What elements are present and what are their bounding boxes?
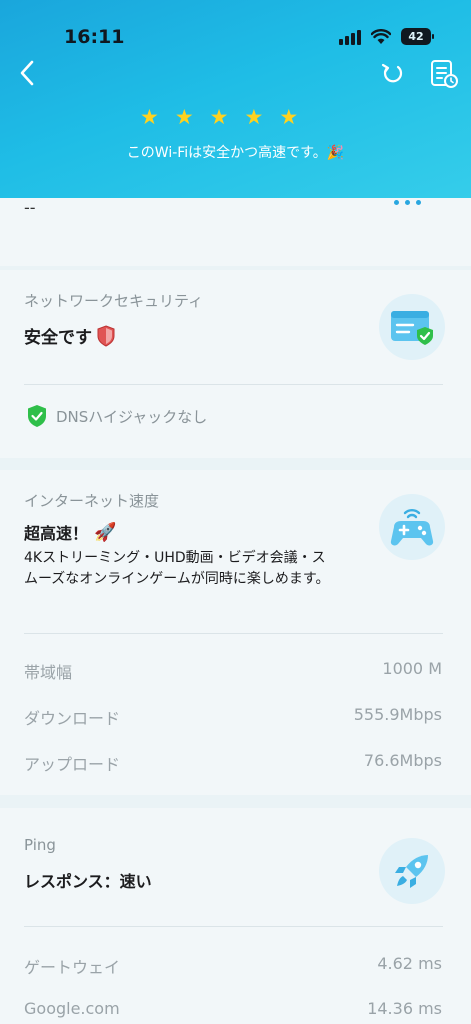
rating-stars: ★ ★ ★ ★ ★: [140, 105, 298, 129]
star-icon: ★: [174, 105, 194, 129]
gaming-icon-badge: [379, 494, 445, 560]
header: 16:11 42 ★ ★ ★ ★ ★ このWi-Fiは安全かつ高速です。🎉: [0, 0, 471, 198]
rocket-icon: [395, 855, 428, 888]
rocket-icon-badge: [379, 838, 445, 904]
security-card: ネットワークセキュリティ 安全です DNSハイジャックなし: [0, 270, 471, 458]
cellular-signal-icon: [339, 29, 361, 45]
internet-description: 4Kストリーミング・UHD動画・ビデオ会議・スムーズなオンラインゲームが同時に楽…: [24, 550, 330, 587]
download-label: ダウンロード: [24, 709, 121, 728]
back-button[interactable]: [14, 58, 42, 88]
refresh-button[interactable]: [378, 60, 406, 88]
google-value: 14.36 ms: [367, 999, 442, 1018]
security-icon-badge: [379, 294, 445, 360]
network-name: [150, 62, 320, 84]
ping-status: レスポンス：速い: [24, 872, 152, 891]
google-label: Google.com: [24, 999, 120, 1018]
divider: [24, 633, 443, 634]
rocket-emoji-icon: 🚀: [94, 521, 117, 543]
report-button[interactable]: [428, 58, 460, 90]
internet-speed-card: インターネット速度 超高速！ 🚀 4Kストリーミング・UHD動画・ビデオ会議・ス…: [0, 470, 471, 795]
previous-section: --: [0, 198, 471, 266]
star-icon: ★: [209, 105, 229, 129]
gamepad-icon: [390, 508, 434, 546]
gateway-label: ゲートウェイ: [24, 958, 121, 977]
upload-value: 76.6Mbps: [363, 751, 442, 770]
bandwidth-label: 帯域幅: [24, 663, 73, 682]
shield-icon: [97, 324, 115, 347]
bandwidth-value: 1000 M: [382, 659, 442, 678]
gateway-value: 4.62 ms: [377, 954, 442, 973]
security-status: 安全です: [24, 323, 116, 348]
ping-label: Ping: [24, 836, 56, 854]
safety-message: このWi-Fiは安全かつ高速です。🎉: [126, 145, 345, 161]
report-icon: [431, 60, 458, 88]
security-label: ネットワークセキュリティ: [24, 292, 204, 310]
check-shield-icon: [28, 405, 46, 427]
status-icons: 42: [339, 28, 434, 45]
refresh-icon: [381, 63, 403, 83]
divider: [24, 384, 443, 385]
dns-check-row: DNSハイジャックなし: [26, 404, 207, 428]
back-icon: [20, 60, 34, 86]
internet-label: インターネット速度: [24, 492, 160, 510]
more-options-button[interactable]: [394, 200, 421, 205]
wifi-icon: [371, 28, 391, 44]
internet-status: 超高速！ 🚀: [24, 521, 117, 544]
browser-check-icon: [391, 311, 433, 345]
status-time: 16:11: [64, 26, 125, 48]
battery-indicator: 42: [401, 28, 434, 45]
dns-label: DNSハイジャックなし: [56, 407, 208, 426]
ping-card: Ping レスポンス：速い ゲートウェイ 4.62 ms Google.com …: [0, 808, 471, 1024]
upload-label: アップロード: [24, 755, 121, 774]
star-icon: ★: [140, 105, 159, 129]
download-value: 555.9Mbps: [353, 705, 442, 724]
star-icon: ★: [244, 105, 264, 129]
cutoff-value: --: [24, 198, 36, 217]
star-icon: ★: [279, 105, 299, 129]
divider: [24, 926, 443, 927]
